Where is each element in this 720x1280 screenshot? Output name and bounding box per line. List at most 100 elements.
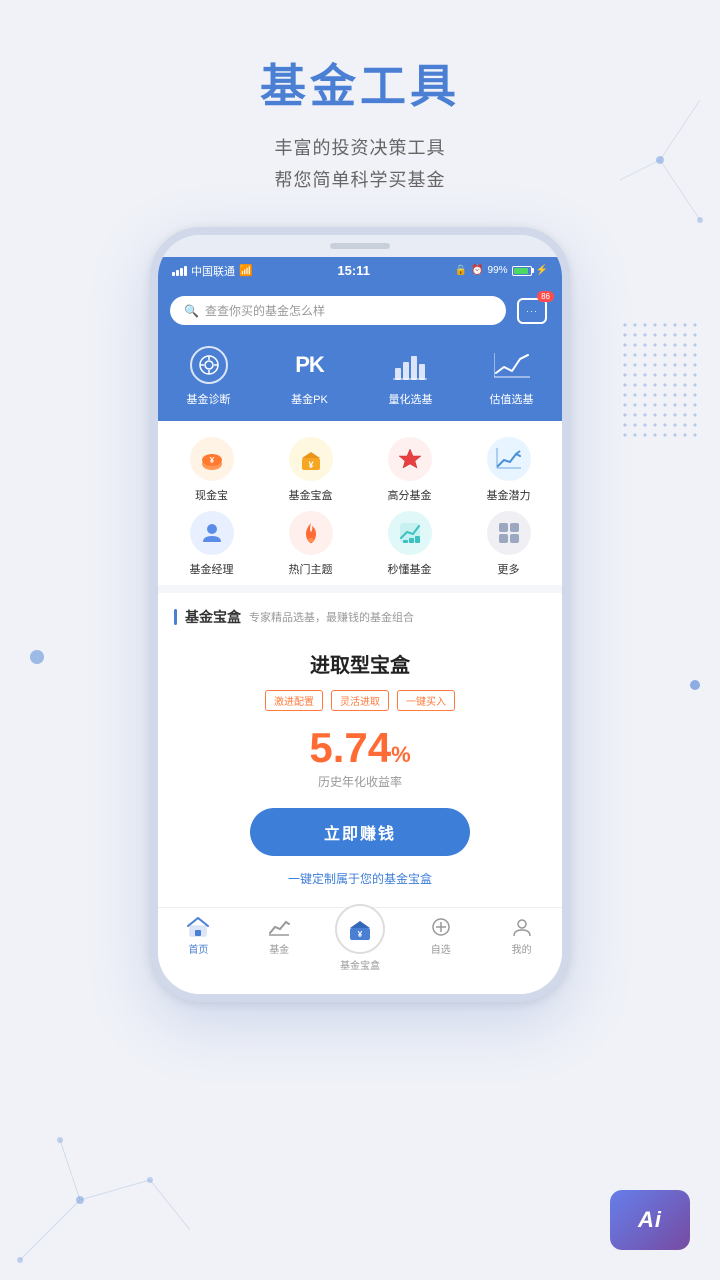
nav-label-mine: 我的 xyxy=(512,941,532,956)
highscore-icon xyxy=(388,437,432,481)
menu-label-learn: 秒懂基金 xyxy=(388,561,432,577)
message-button[interactable]: 86 xyxy=(514,293,550,329)
pk-icon: PK xyxy=(295,352,324,378)
svg-text:¥: ¥ xyxy=(308,460,313,470)
charging-icon: ⚡ xyxy=(536,265,548,276)
menu-item-highscore[interactable]: 高分基金 xyxy=(364,437,455,503)
potential-icon xyxy=(487,437,531,481)
menu-item-hot[interactable]: 热门主题 xyxy=(265,511,356,577)
fund-rate-label: 历史年化收益率 xyxy=(174,773,546,790)
tool-label-pk: 基金PK xyxy=(291,391,328,407)
menu-item-more[interactable]: 更多 xyxy=(463,511,554,577)
search-input-wrap[interactable]: 🔍 查查你买的基金怎么样 xyxy=(170,296,506,325)
nav-label-fund: 基金 xyxy=(269,941,289,956)
signal-icon xyxy=(172,266,187,276)
more-icon xyxy=(487,511,531,555)
status-right: 🔒 ⏰ 99% ⚡ xyxy=(455,265,548,276)
wifi-icon: 📶 xyxy=(239,264,253,277)
status-bar: 中国联通 📶 15:11 🔒 ⏰ 99% ⚡ xyxy=(158,257,562,285)
menu-item-manager[interactable]: 基金经理 xyxy=(166,511,257,577)
tools-nav: 基金诊断 PK 基金PK xyxy=(158,337,562,421)
battery-icon xyxy=(512,266,532,276)
nav-label-watchlist: 自选 xyxy=(431,941,451,956)
page-subtitle: 丰富的投资决策工具 帮您简单科学买基金 xyxy=(0,132,720,197)
fund-card-title: 进取型宝盒 xyxy=(174,649,546,678)
menu-label-fundbox: 基金宝盒 xyxy=(289,487,333,503)
message-badge: 86 xyxy=(537,291,554,302)
phone-mockup-wrapper: 中国联通 📶 15:11 🔒 ⏰ 99% ⚡ 🔍 查查你买的基金怎么样 xyxy=(0,227,720,1002)
fund-box-section: 基金宝盒 专家精品选基，最赚钱的基金组合 进取型宝盒 激进配置 灵活进取 一键买… xyxy=(158,593,562,907)
tool-item-quant[interactable]: 量化选基 xyxy=(360,345,461,407)
lock-icon: 🔒 xyxy=(455,265,467,276)
nav-item-fund[interactable]: 基金 xyxy=(239,916,320,984)
search-placeholder: 查查你买的基金怎么样 xyxy=(205,302,325,319)
menu-item-potential[interactable]: 基金潜力 xyxy=(463,437,554,503)
search-bar-container: 🔍 查查你买的基金怎么样 86 xyxy=(158,285,562,337)
section-header: 基金宝盒 专家精品选基，最赚钱的基金组合 xyxy=(158,593,562,635)
tool-label-quant: 量化选基 xyxy=(389,391,433,407)
fund-custom-link[interactable]: 一键定制属于您的基金宝盒 xyxy=(174,870,546,887)
nav-item-fundbox-center[interactable]: ¥ 基金宝盒 xyxy=(320,904,401,972)
menu-label-more: 更多 xyxy=(498,561,520,577)
manager-icon xyxy=(190,511,234,555)
menu-label-highscore: 高分基金 xyxy=(388,487,432,503)
section-divider xyxy=(158,585,562,593)
tool-item-valuation[interactable]: 估值选基 xyxy=(461,345,562,407)
nav-label-fundbox-center: 基金宝盒 xyxy=(340,957,380,972)
menu-label-cash: 现金宝 xyxy=(195,487,228,503)
battery-text: 99% xyxy=(488,265,508,276)
bottom-nav: 首页 基金 ¥ xyxy=(158,907,562,994)
section-title: 基金宝盒 xyxy=(185,607,241,627)
mine-nav-icon xyxy=(510,916,534,938)
fund-tags: 激进配置 灵活进取 一键买入 xyxy=(174,690,546,711)
status-left: 中国联通 📶 xyxy=(172,263,253,279)
svg-text:¥: ¥ xyxy=(358,930,363,939)
phone-speaker xyxy=(330,243,390,249)
svg-text:¥: ¥ xyxy=(209,456,214,465)
fund-card: 进取型宝盒 激进配置 灵活进取 一键买入 5.74% 历史年化收益率 立即赚钱 … xyxy=(158,635,562,907)
tool-label-diagnosis: 基金诊断 xyxy=(187,391,231,407)
grid-menu: ¥ 现金宝 ¥ 基金宝盒 xyxy=(158,421,562,585)
nav-item-watchlist[interactable]: 自选 xyxy=(400,916,481,984)
bar-chart-icon xyxy=(393,350,429,380)
watchlist-nav-icon xyxy=(429,916,453,938)
menu-label-hot: 热门主题 xyxy=(289,561,333,577)
carrier-name: 中国联通 xyxy=(191,263,235,279)
pk-icon-wrap: PK xyxy=(287,345,333,385)
section-desc: 专家精品选基，最赚钱的基金组合 xyxy=(249,609,414,625)
cash-icon: ¥ xyxy=(190,437,234,481)
content-area: ¥ 现金宝 ¥ 基金宝盒 xyxy=(158,421,562,907)
menu-label-manager: 基金经理 xyxy=(190,561,234,577)
phone-top-bar xyxy=(158,235,562,257)
trend-icon xyxy=(494,351,530,379)
alarm-icon: ⏰ xyxy=(471,265,483,276)
fund-tag-0: 激进配置 xyxy=(265,690,323,711)
nav-item-mine[interactable]: 我的 xyxy=(481,916,562,984)
tool-label-valuation: 估值选基 xyxy=(490,391,534,407)
menu-item-learn[interactable]: 秒懂基金 xyxy=(364,511,455,577)
fund-rate: 5.74% xyxy=(174,727,546,769)
tool-item-diagnosis[interactable]: 基金诊断 xyxy=(158,345,259,407)
valuation-icon-wrap xyxy=(489,345,535,385)
fundbox-center-icon: ¥ xyxy=(335,904,385,954)
learn-icon xyxy=(388,511,432,555)
brain-icon xyxy=(190,346,228,384)
menu-label-potential: 基金潜力 xyxy=(487,487,531,503)
page-header: 基金工具 丰富的投资决策工具 帮您简单科学买基金 xyxy=(0,0,720,227)
fund-tag-2: 一键买入 xyxy=(397,690,455,711)
menu-item-cash[interactable]: ¥ 现金宝 xyxy=(166,437,257,503)
ai-badge: Ai xyxy=(610,1190,690,1250)
fundbox-icon: ¥ xyxy=(289,437,333,481)
fund-nav-icon xyxy=(267,916,291,938)
quant-icon-wrap xyxy=(388,345,434,385)
search-icon: 🔍 xyxy=(184,304,199,318)
menu-item-fundbox[interactable]: ¥ 基金宝盒 xyxy=(265,437,356,503)
tool-item-pk[interactable]: PK 基金PK xyxy=(259,345,360,407)
nav-label-home: 首页 xyxy=(188,941,208,956)
fund-tag-1: 灵活进取 xyxy=(331,690,389,711)
phone-mockup: 中国联通 📶 15:11 🔒 ⏰ 99% ⚡ 🔍 查查你买的基金怎么样 xyxy=(150,227,570,1002)
fund-earn-button[interactable]: 立即赚钱 xyxy=(250,808,470,856)
status-time: 15:11 xyxy=(337,263,370,278)
nav-item-home[interactable]: 首页 xyxy=(158,916,239,984)
diagnosis-icon-wrap xyxy=(186,345,232,385)
